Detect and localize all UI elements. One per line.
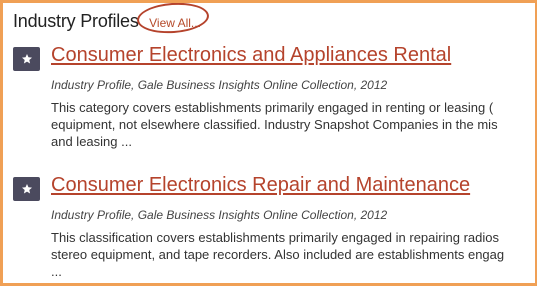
section-title: Industry Profiles — [13, 11, 139, 31]
description-line: This classification covers establishment… — [51, 230, 499, 245]
star-icon — [13, 177, 40, 201]
view-all-link[interactable]: View All... — [149, 16, 201, 30]
results-panel: Industry Profiles View All... Consumer E… — [0, 0, 537, 286]
description-line: equipment, not elsewhere classified. Ind… — [51, 117, 498, 132]
result-description: This classification covers establishment… — [51, 229, 535, 280]
view-all-container: View All... — [136, 3, 211, 36]
result-title-link[interactable]: Consumer Electronics and Appliances Rent… — [51, 44, 451, 67]
result-title-link[interactable]: Consumer Electronics Repair and Maintena… — [51, 174, 470, 197]
result-description: This category covers establishments prim… — [51, 99, 535, 150]
description-line: stereo equipment, and tape recorders. Al… — [51, 247, 505, 262]
result-meta: Industry Profile, Gale Business Insights… — [51, 78, 388, 92]
description-line: ... — [51, 264, 62, 279]
star-icon — [13, 47, 40, 71]
result-meta: Industry Profile, Gale Business Insights… — [51, 208, 388, 222]
description-line: This category covers establishments prim… — [51, 100, 494, 115]
description-line: and leasing ... — [51, 134, 132, 149]
section-header: Industry Profiles View All... — [13, 3, 211, 39]
